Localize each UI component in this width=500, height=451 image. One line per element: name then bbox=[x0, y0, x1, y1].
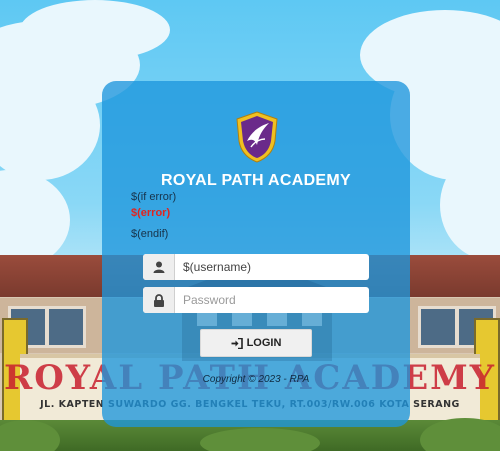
copyright-text: Copyright © 2023 - RPA bbox=[202, 374, 310, 385]
username-field bbox=[143, 254, 369, 280]
username-input[interactable] bbox=[175, 254, 369, 280]
login-button[interactable]: LOGIN bbox=[200, 329, 312, 357]
window bbox=[418, 306, 458, 348]
login-card: ROYAL PATH ACADEMY $(if error) $(error) … bbox=[102, 81, 410, 427]
cloud bbox=[20, 0, 170, 60]
school-logo-icon bbox=[236, 111, 278, 163]
bush bbox=[200, 428, 320, 451]
password-field bbox=[143, 287, 369, 313]
lock-icon bbox=[143, 287, 175, 313]
sign-in-icon bbox=[231, 337, 243, 349]
template-if-error: $(if error) bbox=[131, 191, 177, 203]
password-input[interactable] bbox=[175, 287, 369, 313]
login-label: LOGIN bbox=[246, 337, 282, 349]
user-icon bbox=[143, 254, 175, 280]
template-endif: $(endif) bbox=[131, 228, 169, 240]
error-message: $(error) bbox=[131, 207, 171, 219]
school-name: ROYAL PATH ACADEMY bbox=[160, 172, 351, 189]
window bbox=[46, 306, 86, 348]
